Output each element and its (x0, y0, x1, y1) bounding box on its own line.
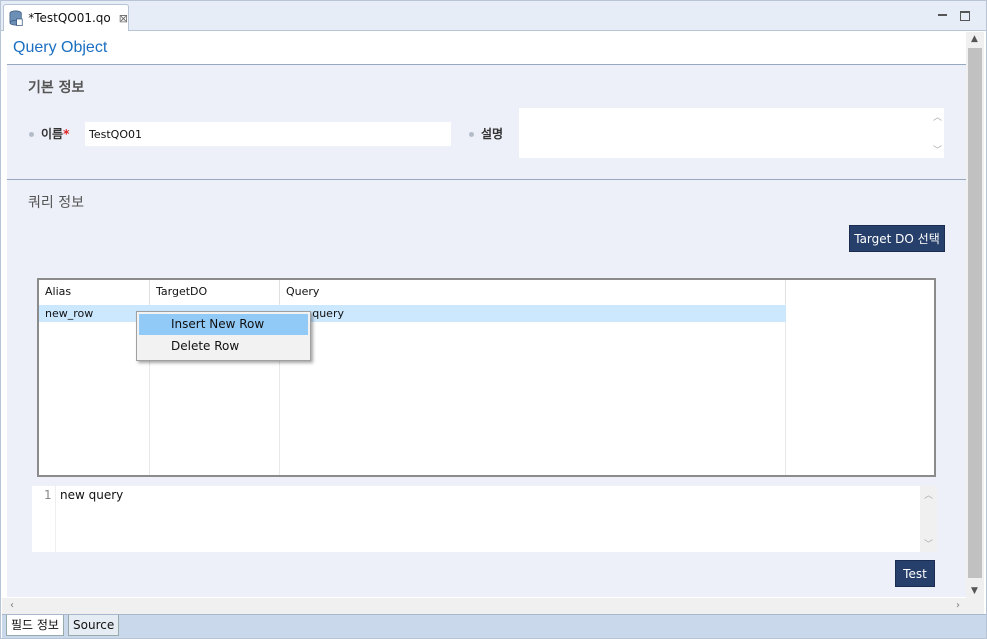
name-input[interactable] (85, 122, 451, 146)
vertical-scrollbar[interactable]: ▲ ▼ (966, 32, 984, 598)
line-number-gutter: 1 (32, 486, 56, 552)
editor-window: *TestQO01.qo ⊠ Query Object 기본 정보 이름* 설명… (0, 0, 987, 639)
description-label: 설명 (481, 127, 504, 141)
name-label: 이름* (41, 125, 69, 142)
description-scrollbar[interactable]: ︿ ﹀ (930, 108, 944, 158)
maximize-icon[interactable] (960, 11, 970, 21)
query-code[interactable]: new query (60, 488, 123, 502)
menu-item-insert-new-row[interactable]: Insert New Row (139, 314, 308, 335)
minimize-icon[interactable] (937, 9, 949, 21)
editor-tab-bar: *TestQO01.qo ⊠ (1, 1, 986, 31)
editor-tab[interactable]: *TestQO01.qo ⊠ (3, 4, 129, 31)
table-header: Alias TargetDO Query (39, 280, 934, 304)
query-editor[interactable]: 1 new query ︿ ﹀ (32, 486, 937, 552)
cell-query[interactable]: new query (280, 305, 786, 322)
scroll-down-icon[interactable]: ▼ (971, 586, 978, 596)
bullet-icon (29, 132, 34, 137)
required-mark: * (63, 127, 70, 141)
line-number: 1 (44, 488, 52, 502)
bottom-tab-bar: 필드 정보 Source (2, 614, 986, 638)
scroll-left-icon[interactable]: ‹ (10, 600, 14, 611)
scroll-up-icon[interactable]: ︿ (924, 488, 933, 501)
cell-alias[interactable]: new_row (39, 305, 150, 322)
test-button[interactable]: Test (895, 560, 935, 587)
tab-title: *TestQO01.qo (28, 11, 111, 25)
name-label-text: 이름 (41, 127, 64, 141)
scroll-up-icon[interactable]: ▲ (971, 34, 978, 44)
scroll-down-icon[interactable]: ﹀ (933, 143, 942, 156)
tab-source[interactable]: Source (68, 615, 120, 636)
menu-item-delete-row[interactable]: Delete Row (139, 336, 308, 357)
scroll-right-icon[interactable]: › (956, 600, 960, 611)
column-header-alias[interactable]: Alias (39, 280, 150, 304)
database-icon (9, 10, 23, 26)
basic-info-title: 기본 정보 (28, 80, 85, 96)
editor-scrollbar[interactable]: ︿ ﹀ (920, 486, 937, 552)
horizontal-scrollbar[interactable]: ‹ › (2, 598, 984, 614)
select-target-do-button[interactable]: Target DO 선택 (849, 225, 945, 252)
column-header-query[interactable]: Query (280, 280, 786, 304)
page-title: Query Object (13, 39, 108, 56)
context-menu: Insert New Row Delete Row (136, 311, 311, 361)
scroll-down-icon[interactable]: ﹀ (924, 537, 933, 550)
query-info-title: 쿼리 정보 (28, 195, 84, 211)
scroll-up-icon[interactable]: ︿ (933, 110, 942, 123)
query-info-section: 쿼리 정보 Target DO 선택 Alias TargetDO Query … (7, 179, 966, 597)
column-header-targetdo[interactable]: TargetDO (150, 280, 280, 304)
tab-field-info[interactable]: 필드 정보 (6, 615, 64, 636)
close-tab-icon[interactable]: ⊠ (119, 12, 128, 25)
basic-info-section: 기본 정보 이름* 설명 ︿ ﹀ (7, 64, 966, 179)
description-textarea[interactable] (519, 108, 930, 158)
query-table[interactable]: Alias TargetDO Query new_row new query (37, 278, 936, 477)
scroll-thumb[interactable] (968, 48, 982, 578)
bullet-icon (469, 132, 474, 137)
